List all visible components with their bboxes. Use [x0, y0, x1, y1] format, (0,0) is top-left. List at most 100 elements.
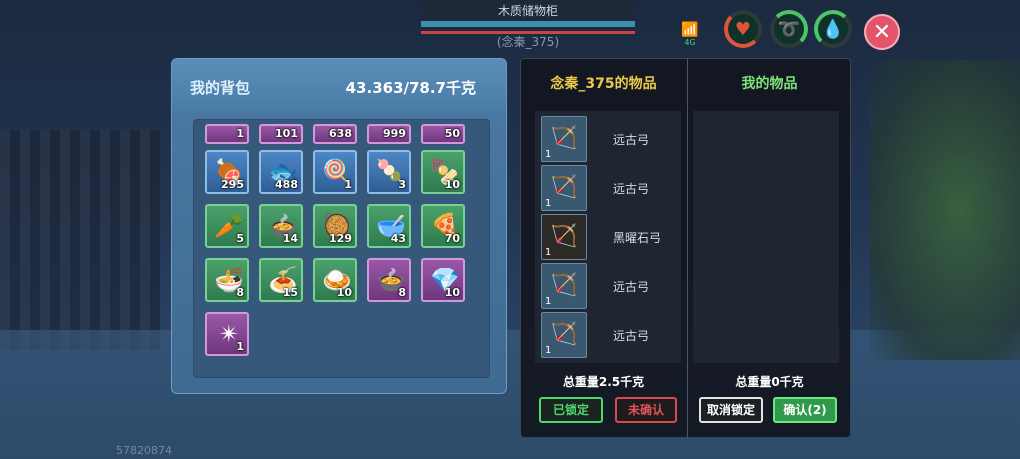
background-floor [0, 330, 1020, 459]
backpack-panel: 我的背包 43.363/78.7千克 1 101 638 999 50 🍖 295 🐟 488 🍭… [171, 58, 507, 394]
backpack-slot[interactable]: 🥣 43 [367, 204, 411, 248]
backpack-slot[interactable]: 🍡 3 [367, 150, 411, 194]
water-ring: 💧 [814, 10, 852, 48]
trade-item-row[interactable]: 🏹 1 远古弓 [541, 164, 681, 212]
slot-count: 8 [236, 286, 244, 299]
trade-partner-label: (念秦_375) [496, 35, 560, 49]
storage-title-accent [421, 21, 635, 27]
item-glyph: 🏹 [550, 126, 578, 151]
backpack-header: 我的背包 43.363/78.7千克 [172, 59, 506, 111]
my-items-list[interactable] [693, 111, 839, 363]
trade-panel: 念秦_375的物品 我的物品 🏹 1 远古弓 🏹 1 远古弓 🏹 1 黑曜石弓 🏹 1 远古弓 🏹 1 远古… [520, 58, 851, 438]
item-name: 远古弓 [613, 329, 650, 343]
slot-count: 999 [383, 127, 406, 140]
item-count: 1 [545, 149, 552, 160]
slot-count: 10 [444, 178, 460, 191]
trade-item-row[interactable]: 🏹 1 远古弓 [541, 311, 681, 359]
slot-count: 10 [336, 286, 352, 299]
storage-title: 木质储物柜 [497, 4, 558, 18]
food-icon: ➰ [777, 18, 801, 40]
item-glyph: 🏹 [550, 322, 578, 347]
backpack-weight: 43.363/78.7千克 [345, 79, 476, 97]
item-name: 远古弓 [613, 182, 650, 196]
partner-locked-status: 已锁定 [539, 397, 603, 423]
backpack-slot[interactable]: 🍕 70 [421, 204, 465, 248]
backpack-slot[interactable]: 🍛 10 [313, 258, 357, 302]
slot-count: 3 [398, 178, 406, 191]
heart-icon: ♥ [734, 18, 752, 40]
bow-icon: 🏹 1 [541, 312, 587, 358]
item-name: 远古弓 [613, 280, 650, 294]
backpack-slot[interactable]: 🍝 15 [259, 258, 303, 302]
signal-icon: 📶 4G [675, 22, 705, 47]
trade-item-row[interactable]: 🏹 1 黑曜石弓 [541, 213, 681, 261]
partner-unconfirmed-status: 未确认 [615, 397, 677, 423]
backpack-slot[interactable]: 🥕 5 [205, 204, 249, 248]
backpack-slot[interactable]: 🍖 295 [205, 150, 249, 194]
partner-items-list: 🏹 1 远古弓 🏹 1 远古弓 🏹 1 黑曜石弓 🏹 1 远古弓 🏹 1 远古弓 [535, 111, 681, 363]
slot-count: 70 [444, 232, 460, 245]
item-glyph: 🏹 [550, 175, 578, 200]
background-foliage [870, 60, 1020, 360]
item-count: 1 [545, 296, 552, 307]
slot-count: 10 [444, 286, 460, 299]
obsidian-bow-icon: 🏹 1 [541, 214, 587, 260]
slot-count: 15 [282, 286, 298, 299]
close-button[interactable]: ✕ [864, 14, 900, 50]
bow-icon: 🏹 1 [541, 116, 587, 162]
background-shelf [0, 130, 160, 350]
item-glyph: 🏹 [550, 273, 578, 298]
item-name: 远古弓 [613, 133, 650, 147]
backpack-grid: 1 101 638 999 50 🍖 295 🐟 488 🍭 1 🍡 3 🍢 10 🥕 5 🍲 14 🥘 129 🥣 43 🍕… [193, 119, 490, 378]
backpack-slot[interactable]: 🍲 8 [367, 258, 411, 302]
backpack-slot[interactable]: 🍜 8 [205, 258, 249, 302]
slot-count: 1 [236, 127, 244, 140]
slot-count: 50 [444, 127, 460, 140]
slot-count: 129 [329, 232, 352, 245]
backpack-slot[interactable]: 🍲 14 [259, 204, 303, 248]
backpack-slot[interactable]: 💎 10 [421, 258, 465, 302]
confirm-button[interactable]: 确认(2) [773, 397, 837, 423]
bow-icon: 🏹 1 [541, 165, 587, 211]
item-count: 1 [545, 345, 552, 356]
slot-count: 1 [236, 340, 244, 353]
slot-count: 638 [329, 127, 352, 140]
slot-count: 101 [275, 127, 298, 140]
item-name: 黑曜石弓 [613, 231, 662, 245]
backpack-slot[interactable]: 🍢 10 [421, 150, 465, 194]
my-items-title: 我的物品 [741, 76, 798, 92]
trade-item-row[interactable]: 🏹 1 远古弓 [541, 115, 681, 163]
partner-items-title: 念秦_375的物品 [550, 76, 657, 92]
backpack-slot[interactable]: ✴ 1 [205, 312, 249, 356]
backpack-title: 我的背包 [190, 79, 251, 97]
backpack-slot[interactable]: 🐟 488 [259, 150, 303, 194]
hunger-ring: ➰ [770, 10, 808, 48]
trade-item-row[interactable]: 🏹 1 远古弓 [541, 262, 681, 310]
backpack-slot[interactable]: 638 [313, 124, 357, 144]
item-count: 1 [545, 247, 552, 258]
close-icon: ✕ [872, 19, 892, 45]
slot-count: 488 [275, 178, 298, 191]
my-total-weight: 总重量0千克 [735, 375, 804, 389]
cancel-lock-button[interactable]: 取消锁定 [699, 397, 763, 423]
signal-text: 4G [684, 38, 696, 47]
slot-count: 295 [221, 178, 244, 191]
storage-title-bar: 木质储物柜 [421, 0, 635, 34]
slot-count: 1 [344, 178, 352, 191]
backpack-slot[interactable]: 101 [259, 124, 303, 144]
item-glyph: 🏹 [550, 224, 578, 249]
partner-total-weight: 总重量2.5千克 [562, 375, 645, 389]
backpack-slot[interactable]: 1 [205, 124, 249, 144]
backpack-slot[interactable]: 🍭 1 [313, 150, 357, 194]
slot-count: 43 [390, 232, 406, 245]
backpack-slot[interactable]: 50 [421, 124, 465, 144]
slot-count: 14 [282, 232, 298, 245]
item-count: 1 [545, 198, 552, 209]
slot-count: 5 [236, 232, 244, 245]
backpack-slot[interactable]: 🥘 129 [313, 204, 357, 248]
health-ring: ♥ [724, 10, 762, 48]
backpack-slot[interactable]: 999 [367, 124, 411, 144]
bow-icon: 🏹 1 [541, 263, 587, 309]
slot-count: 8 [398, 286, 406, 299]
user-id: 57820874 [116, 444, 172, 457]
